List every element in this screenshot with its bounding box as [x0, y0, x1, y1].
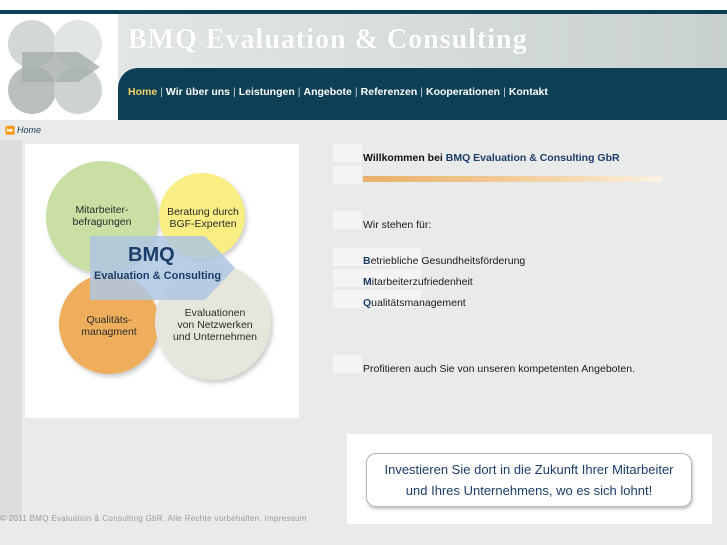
service-item: Betriebliche Gesundheitsförderung [363, 255, 525, 267]
service-initial: B [363, 255, 371, 267]
diagram-center-title: BMQ [128, 244, 175, 266]
nav-separator: | [354, 86, 358, 98]
footer: © 2011 BMQ Evaluation & Consulting GbR. … [0, 514, 307, 523]
main-nav: Home | Wir über uns | Leistungen | Angebote | Re… [128, 86, 548, 98]
nav-item-referenzen[interactable]: Referenzen [361, 86, 418, 98]
nav-separator: | [160, 86, 163, 98]
nav-item-angebote[interactable]: Angebote [303, 86, 351, 98]
service-text: etriebliche Gesundheitsförderung [370, 255, 526, 267]
service-item: Qualitätsmanagement [363, 297, 466, 309]
nav-separator: | [233, 86, 236, 98]
service-initial: M [363, 276, 372, 288]
diagram-center-subtitle: Evaluation & Consulting [94, 270, 222, 282]
decor-square [333, 355, 362, 373]
services-diagram: Mitarbeiter- befragungen Beratung durch … [25, 144, 299, 418]
service-text: itarbeiterzufriedenheit [371, 276, 473, 288]
decor-square [333, 211, 362, 229]
left-strip [0, 140, 22, 520]
nav-item-wir-ueber-uns[interactable]: Wir über uns [166, 86, 230, 98]
investment-banner: Investieren Sie dort in die Zukunft Ihre… [366, 453, 692, 507]
closing-text: Profitieren auch Sie von unseren kompete… [363, 363, 636, 375]
welcome-heading: Willkommen bei BMQ Evaluation & Consulti… [363, 152, 620, 164]
bmq-circles-logo-icon [8, 20, 102, 114]
gradient-divider [363, 176, 662, 182]
logo[interactable] [0, 14, 118, 120]
decor-square [333, 166, 362, 184]
breadcrumb: ⏩ Home [5, 125, 41, 135]
welcome-prefix: Willkommen bei [363, 152, 446, 164]
nav-item-kooperationen[interactable]: Kooperationen [426, 86, 500, 98]
nav-item-home[interactable]: Home [128, 86, 157, 98]
nav-item-leistungen[interactable]: Leistungen [239, 86, 295, 98]
nav-item-kontakt[interactable]: Kontakt [509, 86, 548, 98]
nav-separator: | [420, 86, 423, 98]
diagram-label-evaluationen: Evaluationen von Netzwerken und Unterneh… [172, 307, 258, 343]
banner-line-1: Investieren Sie dort in die Zukunft Ihre… [384, 462, 674, 477]
decor-square [333, 144, 362, 162]
welcome-company: BMQ Evaluation & Consulting GbR [445, 152, 620, 164]
intro-text: Wir stehen für: [363, 219, 432, 231]
diagram-label-qualitaetsmanagment: Qualitäts- managment [81, 314, 137, 338]
service-text: ualitätsmanagement [371, 297, 466, 309]
impressum-link[interactable]: Impressum [265, 514, 307, 523]
diagram-label-beratung: Beratung durch BGF-Experten [167, 206, 239, 230]
service-item: Mitarbeiterzufriedenheit [363, 276, 473, 288]
diagram-label-mitarbeiterbefragungen: Mitarbeiter- befragungen [72, 204, 132, 228]
breadcrumb-home[interactable]: Home [17, 125, 41, 135]
double-arrow-icon: ⏩ [5, 126, 15, 135]
service-initial: Q [363, 297, 372, 309]
nav-separator: | [503, 86, 506, 98]
site-title: BMQ Evaluation & Consulting [128, 24, 528, 55]
copyright-text: © 2011 BMQ Evaluation & Consulting GbR. … [0, 514, 265, 523]
banner-line-2: und Ihres Unternehmens, wo es sich lohnt… [405, 483, 653, 498]
